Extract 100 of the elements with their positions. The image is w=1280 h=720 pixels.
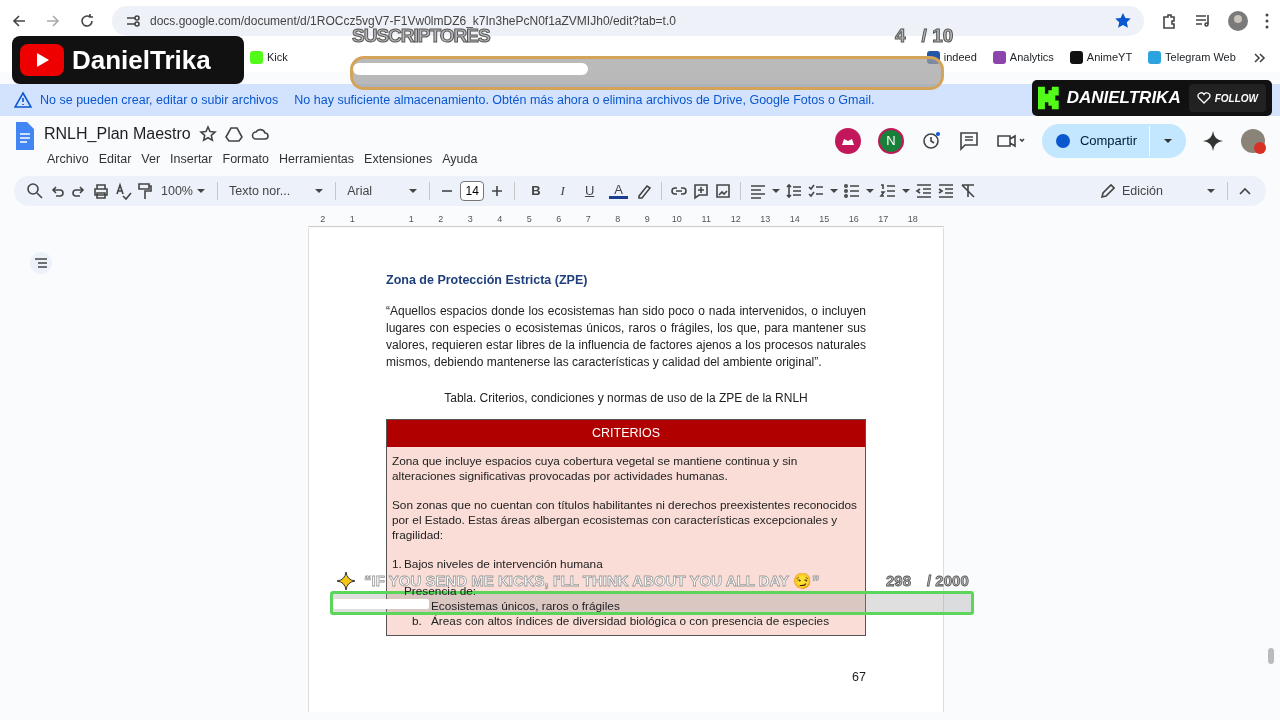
menu-item[interactable]: Insertar bbox=[167, 150, 216, 169]
banner-message: No hay suficiente almacenamiento. Obtén más ahora o elimina archivos de Drive, Google Fotos o Gmail. bbox=[294, 91, 875, 109]
bookmark[interactable]: Telegram Web bbox=[1148, 48, 1236, 66]
dropdown-caret-icon[interactable] bbox=[770, 186, 781, 196]
ruler-number: 8 bbox=[614, 212, 622, 226]
ruler-number: 6 bbox=[555, 212, 563, 226]
kick-logo-icon bbox=[1038, 85, 1059, 111]
scrollbar-thumb[interactable] bbox=[1268, 648, 1274, 664]
ruler-number: 9 bbox=[643, 212, 651, 226]
ruler-number: 14 bbox=[788, 212, 801, 226]
paint-format-icon[interactable] bbox=[136, 182, 154, 200]
menu-item[interactable]: Ayuda bbox=[439, 150, 481, 169]
outline-button[interactable] bbox=[30, 252, 52, 274]
add-comment-icon[interactable] bbox=[691, 182, 710, 200]
underline-button[interactable]: U bbox=[576, 181, 603, 201]
document-title[interactable]: RNLH_Plan Maestro bbox=[44, 122, 191, 146]
document-heading: Zona de Protección Estricta (ZPE) bbox=[386, 272, 589, 289]
menu-item[interactable]: Archivo bbox=[44, 150, 92, 169]
increase-indent-icon[interactable] bbox=[936, 182, 955, 200]
outline-icon bbox=[35, 258, 47, 268]
star-icon[interactable] bbox=[198, 125, 217, 143]
menu-item[interactable]: Herramientas bbox=[276, 150, 358, 169]
ruler-number: 5 bbox=[525, 212, 533, 226]
ruler-number: 18 bbox=[906, 212, 919, 226]
list-item-text: Bajos niveles de intervención humana bbox=[404, 556, 603, 572]
table-header: CRITERIOS bbox=[387, 419, 865, 447]
menu-item[interactable]: Editar bbox=[95, 150, 135, 169]
ruler-number: 15 bbox=[818, 212, 831, 226]
search-icon[interactable] bbox=[26, 182, 44, 200]
profile-avatar-icon[interactable] bbox=[1228, 11, 1248, 31]
more-menu-icon[interactable] bbox=[1264, 12, 1270, 30]
table-paragraph: Zona que incluye espacios cuya cobertura vegetal se mantiene continua y sin alteraciones significativas provocadas por actividades humanas. bbox=[392, 453, 799, 484]
clear-format-icon[interactable] bbox=[958, 182, 977, 200]
kick-channel-name: DANIELTRIKA bbox=[1066, 87, 1181, 110]
caret-icon bbox=[196, 186, 206, 196]
heart-icon bbox=[1196, 92, 1211, 104]
text-color-button[interactable]: A bbox=[606, 183, 631, 199]
zoom-dropdown[interactable]: 100% bbox=[158, 181, 209, 201]
site-settings-icon[interactable] bbox=[124, 12, 142, 30]
ruler-number: 7 bbox=[584, 212, 592, 226]
caret-icon bbox=[408, 186, 419, 196]
ruler-number: 2 bbox=[319, 212, 327, 226]
ruler-number: 16 bbox=[847, 212, 860, 226]
share-button[interactable]: Compartir bbox=[1041, 124, 1186, 158]
ruler-number: 11 bbox=[700, 212, 712, 226]
image-icon[interactable] bbox=[713, 182, 732, 200]
font-size-field[interactable]: 14 bbox=[460, 181, 485, 201]
bookmark[interactable]: Kick bbox=[250, 48, 288, 66]
channel-name: DanielTrika bbox=[72, 43, 211, 77]
media-icon[interactable] bbox=[1194, 12, 1212, 30]
collaborator-avatar[interactable] bbox=[833, 127, 862, 155]
goal-count: 298 bbox=[886, 574, 912, 587]
docs-logo-icon[interactable] bbox=[14, 122, 36, 150]
ruler-number: 17 bbox=[877, 212, 890, 226]
sparkle-icon[interactable] bbox=[1202, 130, 1224, 152]
ruler-number: 12 bbox=[729, 212, 742, 226]
extensions-icon[interactable] bbox=[1160, 12, 1178, 30]
style-dropdown[interactable]: Texto nor... bbox=[226, 181, 328, 201]
reload-icon[interactable] bbox=[78, 12, 96, 30]
goal-target: / 2000 bbox=[927, 574, 969, 587]
menu-item[interactable]: Ver bbox=[138, 150, 164, 169]
warning-icon bbox=[14, 91, 32, 109]
font-dropdown[interactable]: Arial bbox=[344, 181, 422, 201]
list-item-text: Áreas con altos índices de diversidad biológica o con presencia de especies bbox=[431, 613, 830, 629]
page-number: 67 bbox=[852, 669, 866, 686]
caret-icon bbox=[314, 186, 325, 196]
dropdown-caret-icon[interactable] bbox=[828, 186, 839, 196]
table-paragraph: Son zonas que no cuentan con títulos habilitantes ni derechos preexistentes reconocidos por el Estado. Estas áreas albergan ecosistemas con características excepcionales y fragilidad: bbox=[392, 497, 858, 543]
follow-button[interactable]: FOLLOW bbox=[1188, 84, 1266, 112]
decrease-indent-icon[interactable] bbox=[914, 182, 933, 200]
numbered-list-icon[interactable] bbox=[878, 182, 897, 200]
quote-paragraph: “Aquellos espacios donde los ecosistemas han sido poco o nada intervenidos, o incluyen lugares con especies o ecosistemas únicos, raros o frágiles, los que, para mantener sus valores, requieren estar libres de la influencia de factores ajenos a los procesos naturales mismos, debiendo mantenerse las características y calidad del ambiente original”. bbox=[386, 302, 866, 371]
bookmark-star-icon[interactable] bbox=[1114, 12, 1132, 30]
menu-item[interactable]: Formato bbox=[219, 150, 273, 169]
bookmark[interactable]: Analytics bbox=[992, 48, 1054, 66]
collaborator-avatar[interactable]: N bbox=[877, 128, 904, 154]
dropdown-caret-icon[interactable] bbox=[864, 186, 875, 196]
bold-button[interactable]: B bbox=[523, 181, 549, 201]
ruler-number: 1 bbox=[348, 212, 356, 226]
align-left-icon[interactable] bbox=[748, 182, 767, 200]
play-logo-icon bbox=[20, 44, 64, 76]
editing-mode-dropdown[interactable]: Edición bbox=[1096, 181, 1219, 201]
italic-button[interactable]: I bbox=[552, 181, 573, 201]
list-marker: 1. bbox=[392, 556, 403, 572]
table-caption: Tabla. Criterios, condiciones y normas de uso de la ZPE de la RNLH bbox=[443, 389, 809, 407]
list-marker: b. bbox=[412, 613, 423, 629]
line-spacing-icon[interactable] bbox=[784, 182, 803, 200]
menu-item[interactable]: Extensiones bbox=[361, 150, 436, 169]
list-item-text: Ecosistemas únicos, raros o frágiles bbox=[431, 598, 620, 614]
bullet-list-icon[interactable] bbox=[842, 182, 861, 200]
ruler-number: 13 bbox=[759, 212, 772, 226]
bookmark[interactable]: AnimeYT bbox=[1069, 48, 1133, 66]
caret-icon bbox=[1206, 186, 1216, 196]
dropdown-caret-icon[interactable] bbox=[900, 186, 911, 196]
account-avatar-icon[interactable] bbox=[1240, 128, 1266, 154]
ruler-number: 3 bbox=[466, 212, 474, 226]
comment-icon[interactable] bbox=[957, 130, 980, 152]
spellcheck-icon[interactable] bbox=[114, 182, 132, 200]
print-icon[interactable] bbox=[92, 182, 110, 200]
checklist-icon[interactable] bbox=[806, 182, 825, 200]
